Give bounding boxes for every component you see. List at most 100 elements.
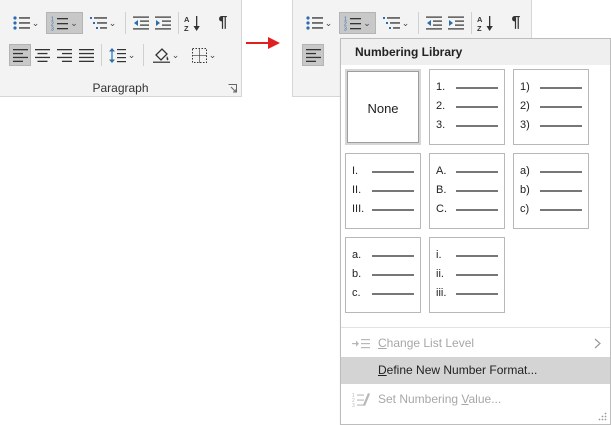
svg-text:3: 3 <box>344 26 347 31</box>
line-spacing-button[interactable]: ⌄ <box>106 44 138 66</box>
tile-marker: B. <box>436 184 447 196</box>
multilevel-list-button[interactable]: ⌄ <box>378 12 414 34</box>
sort-az-icon: A Z <box>477 15 493 32</box>
chevron-right-icon <box>594 338 601 349</box>
increase-indent-button[interactable] <box>445 12 467 34</box>
dialog-launcher-icon[interactable] <box>228 84 237 93</box>
tile-marker: II. <box>352 184 362 196</box>
tile-marker: 1) <box>520 81 530 93</box>
shading-button[interactable]: ⌄ <box>148 44 184 66</box>
tile-marker: b. <box>352 268 362 280</box>
chevron-down-icon: ⌄ <box>363 17 371 28</box>
divider <box>418 12 419 34</box>
tile-marker: 2) <box>520 100 530 112</box>
numbering-tile-numeric-dot[interactable]: 1. 2. 3. <box>429 69 505 145</box>
menu-heading: Numbering Library <box>341 39 610 65</box>
menu-item-set-numbering-value[interactable]: 1 2 3 Set Numbering Value... <box>341 386 610 413</box>
align-right-icon <box>56 48 72 62</box>
increase-indent-button[interactable] <box>152 12 174 34</box>
numbering-tile-numeric-paren[interactable]: 1) 2) 3) <box>513 69 589 145</box>
menu-item-change-list-level[interactable]: Change List Level <box>341 330 610 357</box>
increase-indent-icon <box>155 16 171 30</box>
pilcrow-icon: ¶ <box>218 14 228 31</box>
tile-marker: a. <box>352 249 362 261</box>
tile-marker: 3) <box>520 119 530 131</box>
decrease-indent-button[interactable] <box>130 12 152 34</box>
divider <box>101 44 102 66</box>
chevron-down-icon: ⌄ <box>127 49 136 60</box>
svg-text:3: 3 <box>352 403 355 407</box>
pilcrow-icon: ¶ <box>511 14 521 31</box>
tile-marker: 1. <box>436 81 446 93</box>
decrease-indent-button[interactable] <box>423 12 445 34</box>
menu-item-label: Change List Level <box>378 336 475 350</box>
chevron-down-icon: ⌄ <box>70 17 78 28</box>
decrease-indent-icon <box>426 16 442 30</box>
red-arrow-icon <box>246 37 280 49</box>
numbering-tile-none[interactable]: None <box>345 69 421 145</box>
tile-marker: b) <box>520 184 530 196</box>
tile-marker: 3. <box>436 119 446 131</box>
sort-button[interactable]: A Z <box>475 12 497 34</box>
shading-icon <box>152 48 170 63</box>
divider <box>178 12 179 34</box>
bullets-icon <box>13 16 30 30</box>
align-left-button[interactable] <box>9 44 31 66</box>
menu-item-label: Define New Number Format... <box>378 363 538 377</box>
bullets-button[interactable]: ⌄ <box>8 12 44 34</box>
decrease-indent-icon <box>133 16 149 30</box>
chevron-down-icon: ⌄ <box>324 17 333 28</box>
show-formatting-marks-button[interactable]: ¶ <box>505 12 527 34</box>
numbering-button[interactable]: 1 2 3 ⌄ <box>339 12 376 34</box>
numbering-icon: 1 2 3 <box>51 16 69 31</box>
tile-marker: III. <box>352 203 365 215</box>
numbering-tile-roman-upper[interactable]: I. II. III. <box>345 153 421 229</box>
align-left-button[interactable] <box>302 44 324 66</box>
align-left-icon <box>12 48 28 62</box>
group-label: Paragraph <box>92 81 149 95</box>
tile-marker: a) <box>520 165 530 177</box>
borders-icon <box>191 47 207 63</box>
tile-marker: i. <box>436 249 442 261</box>
chevron-down-icon: ⌄ <box>208 49 217 60</box>
numbering-icon: 1 2 3 <box>344 16 362 31</box>
numbering-tile-alpha-lower-dot[interactable]: a. b. c. <box>345 237 421 313</box>
sort-button[interactable]: A Z <box>182 12 204 34</box>
menu-divider <box>341 327 610 328</box>
justify-button[interactable] <box>75 44 97 66</box>
line-spacing-icon <box>108 47 126 63</box>
svg-text:A: A <box>184 15 190 24</box>
tile-label: None <box>367 101 399 116</box>
paragraph-group-before: ⌄ 1 2 3 ⌄ ⌄ A Z ¶ ⌄ ⌄ ⌄ Paragraph <box>0 0 242 97</box>
multilevel-list-button[interactable]: ⌄ <box>85 12 121 34</box>
align-right-button[interactable] <box>53 44 75 66</box>
tile-marker: iii. <box>436 287 447 299</box>
chevron-down-icon: ⌄ <box>31 17 40 28</box>
chevron-down-icon: ⌄ <box>401 17 410 28</box>
tile-marker: 2. <box>436 100 446 112</box>
numbering-tile-alpha-upper[interactable]: A. B. C. <box>429 153 505 229</box>
numbering-button[interactable]: 1 2 3 ⌄ <box>46 12 83 34</box>
chevron-down-icon: ⌄ <box>171 49 180 60</box>
tile-marker: ii. <box>436 268 444 280</box>
bullets-icon <box>306 16 323 30</box>
tile-marker: I. <box>352 165 359 177</box>
menu-item-define-new-number-format[interactable]: Define New Number Format... <box>341 357 610 384</box>
resize-grip-icon[interactable] <box>598 412 607 421</box>
numbering-dropdown-menu: Numbering Library None 1. 2. 3. 1) 2) 3)… <box>340 38 611 425</box>
multilevel-list-icon <box>89 17 107 29</box>
divider <box>143 44 144 66</box>
align-center-button[interactable] <box>31 44 53 66</box>
align-center-icon <box>34 48 50 62</box>
numbering-tile-alpha-lower-paren[interactable]: a) b) c) <box>513 153 589 229</box>
borders-button[interactable]: ⌄ <box>186 44 222 66</box>
change-list-level-icon <box>352 339 370 349</box>
tile-marker: A. <box>436 165 447 177</box>
divider <box>125 12 126 34</box>
svg-text:Z: Z <box>184 24 189 32</box>
bullets-button[interactable]: ⌄ <box>301 12 337 34</box>
show-formatting-marks-button[interactable]: ¶ <box>212 12 234 34</box>
align-left-icon <box>305 48 321 62</box>
tile-marker: C. <box>436 203 447 215</box>
numbering-tile-roman-lower[interactable]: i. ii. iii. <box>429 237 505 313</box>
